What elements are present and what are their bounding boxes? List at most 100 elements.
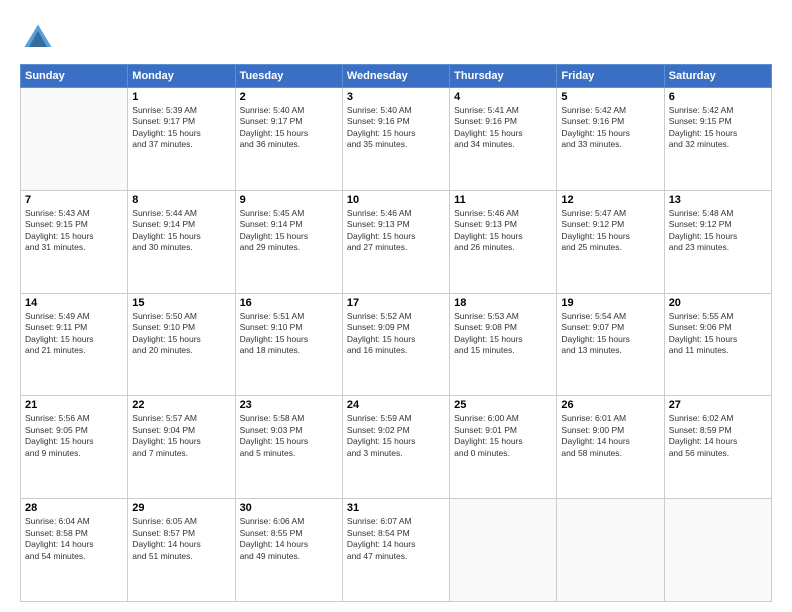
day-number: 22 [132, 399, 230, 411]
calendar-day-cell: 22Sunrise: 5:57 AM Sunset: 9:04 PM Dayli… [128, 396, 235, 499]
day-info: Sunrise: 5:50 AM Sunset: 9:10 PM Dayligh… [132, 311, 230, 357]
day-info: Sunrise: 5:40 AM Sunset: 9:17 PM Dayligh… [240, 105, 338, 151]
day-number: 4 [454, 91, 552, 103]
calendar-day-cell: 28Sunrise: 6:04 AM Sunset: 8:58 PM Dayli… [21, 499, 128, 602]
calendar-header-row: SundayMondayTuesdayWednesdayThursdayFrid… [21, 65, 772, 88]
day-number: 18 [454, 297, 552, 309]
day-info: Sunrise: 6:00 AM Sunset: 9:01 PM Dayligh… [454, 413, 552, 459]
calendar-day-cell: 30Sunrise: 6:06 AM Sunset: 8:55 PM Dayli… [235, 499, 342, 602]
day-info: Sunrise: 5:45 AM Sunset: 9:14 PM Dayligh… [240, 208, 338, 254]
day-number: 7 [25, 194, 123, 206]
day-number: 14 [25, 297, 123, 309]
day-number: 17 [347, 297, 445, 309]
day-number: 28 [25, 502, 123, 514]
day-info: Sunrise: 5:54 AM Sunset: 9:07 PM Dayligh… [561, 311, 659, 357]
day-info: Sunrise: 5:46 AM Sunset: 9:13 PM Dayligh… [454, 208, 552, 254]
day-number: 5 [561, 91, 659, 103]
calendar-day-cell: 19 Sunrise: 5:54 AM Sunset: 9:07 PM Dayli… [557, 293, 664, 396]
calendar-day-cell: 12 Sunrise: 5:47 AM Sunset: 9:12 PM Dayli… [557, 190, 664, 293]
calendar-day-cell: 29 Sunrise: 6:05 AM Sunset: 8:57 PM Dayli… [128, 499, 235, 602]
calendar-day-cell: 18 Sunrise: 5:53 AM Sunset: 9:08 PM Dayli… [450, 293, 557, 396]
day-info: Sunrise: 5:56 AM Sunset: 9:05 PM Dayligh… [25, 413, 123, 459]
day-info: Sunrise: 5:43 AM Sunset: 9:15 PM Dayligh… [25, 208, 123, 254]
day-info: Sunrise: 5:51 AM Sunset: 9:10 PM Dayligh… [240, 311, 338, 357]
day-info: Sunrise: 5:55 AM Sunset: 9:06 PM Dayligh… [669, 311, 767, 357]
day-info: Sunrise: 6:02 AM Sunset: 8:59 PM Dayligh… [669, 413, 767, 459]
day-info: Sunrise: 5:40 AM Sunset: 9:16 PM Dayligh… [347, 105, 445, 151]
day-number: 9 [240, 194, 338, 206]
day-number: 2 [240, 91, 338, 103]
day-number: 13 [669, 194, 767, 206]
day-info: Sunrise: 5:49 AM Sunset: 9:11 PM Dayligh… [25, 311, 123, 357]
logo [20, 20, 60, 56]
day-number: 12 [561, 194, 659, 206]
day-number: 27 [669, 399, 767, 411]
day-info: Sunrise: 5:53 AM Sunset: 9:08 PM Dayligh… [454, 311, 552, 357]
day-number: 20 [669, 297, 767, 309]
calendar-day-cell: 13 Sunrise: 5:48 AM Sunset: 9:12 PM Dayli… [664, 190, 771, 293]
day-info: Sunrise: 6:07 AM Sunset: 8:54 PM Dayligh… [347, 516, 445, 562]
calendar-day-cell: 5 Sunrise: 5:42 AM Sunset: 9:16 PM Daylig… [557, 88, 664, 191]
calendar-day-cell: 3Sunrise: 5:40 AM Sunset: 9:16 PM Daylig… [342, 88, 449, 191]
calendar-day-cell [21, 88, 128, 191]
day-info: Sunrise: 5:42 AM Sunset: 9:16 PM Dayligh… [561, 105, 659, 151]
calendar-day-cell: 20 Sunrise: 5:55 AM Sunset: 9:06 PM Dayli… [664, 293, 771, 396]
calendar-weekday-sunday: Sunday [21, 65, 128, 88]
day-info: Sunrise: 6:05 AM Sunset: 8:57 PM Dayligh… [132, 516, 230, 562]
page: SundayMondayTuesdayWednesdayThursdayFrid… [0, 0, 792, 612]
calendar-day-cell: 21 Sunrise: 5:56 AM Sunset: 9:05 PM Dayli… [21, 396, 128, 499]
day-number: 15 [132, 297, 230, 309]
day-number: 29 [132, 502, 230, 514]
day-info: Sunrise: 5:46 AM Sunset: 9:13 PM Dayligh… [347, 208, 445, 254]
day-number: 31 [347, 502, 445, 514]
day-number: 19 [561, 297, 659, 309]
calendar-day-cell: 10 Sunrise: 5:46 AM Sunset: 9:13 PM Dayli… [342, 190, 449, 293]
calendar-weekday-monday: Monday [128, 65, 235, 88]
calendar-day-cell: 23Sunrise: 5:58 AM Sunset: 9:03 PM Dayli… [235, 396, 342, 499]
day-info: Sunrise: 5:39 AM Sunset: 9:17 PM Dayligh… [132, 105, 230, 151]
day-number: 10 [347, 194, 445, 206]
day-info: Sunrise: 5:41 AM Sunset: 9:16 PM Dayligh… [454, 105, 552, 151]
day-number: 25 [454, 399, 552, 411]
calendar-weekday-tuesday: Tuesday [235, 65, 342, 88]
day-info: Sunrise: 5:52 AM Sunset: 9:09 PM Dayligh… [347, 311, 445, 357]
calendar-day-cell: 11 Sunrise: 5:46 AM Sunset: 9:13 PM Dayli… [450, 190, 557, 293]
header [20, 20, 772, 56]
day-number: 8 [132, 194, 230, 206]
calendar-day-cell: 24Sunrise: 5:59 AM Sunset: 9:02 PM Dayli… [342, 396, 449, 499]
calendar-week-row: 21 Sunrise: 5:56 AM Sunset: 9:05 PM Dayli… [21, 396, 772, 499]
calendar-day-cell: 7 Sunrise: 5:43 AM Sunset: 9:15 PM Daylig… [21, 190, 128, 293]
day-info: Sunrise: 6:01 AM Sunset: 9:00 PM Dayligh… [561, 413, 659, 459]
calendar-week-row: 7 Sunrise: 5:43 AM Sunset: 9:15 PM Daylig… [21, 190, 772, 293]
calendar-week-row: 1 Sunrise: 5:39 AM Sunset: 9:17 PM Daylig… [21, 88, 772, 191]
day-info: Sunrise: 5:48 AM Sunset: 9:12 PM Dayligh… [669, 208, 767, 254]
day-number: 1 [132, 91, 230, 103]
calendar-day-cell [664, 499, 771, 602]
calendar-day-cell: 31 Sunrise: 6:07 AM Sunset: 8:54 PM Dayli… [342, 499, 449, 602]
calendar-day-cell: 17 Sunrise: 5:52 AM Sunset: 9:09 PM Dayli… [342, 293, 449, 396]
day-number: 23 [240, 399, 338, 411]
day-info: Sunrise: 5:59 AM Sunset: 9:02 PM Dayligh… [347, 413, 445, 459]
calendar-day-cell: 2 Sunrise: 5:40 AM Sunset: 9:17 PM Daylig… [235, 88, 342, 191]
calendar-day-cell [557, 499, 664, 602]
day-number: 21 [25, 399, 123, 411]
calendar-day-cell: 16Sunrise: 5:51 AM Sunset: 9:10 PM Dayli… [235, 293, 342, 396]
day-info: Sunrise: 5:44 AM Sunset: 9:14 PM Dayligh… [132, 208, 230, 254]
calendar-weekday-wednesday: Wednesday [342, 65, 449, 88]
calendar-day-cell: 27 Sunrise: 6:02 AM Sunset: 8:59 PM Dayli… [664, 396, 771, 499]
calendar-weekday-friday: Friday [557, 65, 664, 88]
calendar-day-cell: 15 Sunrise: 5:50 AM Sunset: 9:10 PM Dayli… [128, 293, 235, 396]
day-number: 11 [454, 194, 552, 206]
calendar-day-cell: 1 Sunrise: 5:39 AM Sunset: 9:17 PM Daylig… [128, 88, 235, 191]
calendar-week-row: 14 Sunrise: 5:49 AM Sunset: 9:11 PM Dayli… [21, 293, 772, 396]
calendar-day-cell: 6Sunrise: 5:42 AM Sunset: 9:15 PM Daylig… [664, 88, 771, 191]
logo-icon [20, 20, 56, 56]
calendar-table: SundayMondayTuesdayWednesdayThursdayFrid… [20, 64, 772, 602]
calendar-day-cell: 4 Sunrise: 5:41 AM Sunset: 9:16 PM Daylig… [450, 88, 557, 191]
day-number: 30 [240, 502, 338, 514]
calendar-weekday-saturday: Saturday [664, 65, 771, 88]
calendar-day-cell: 8 Sunrise: 5:44 AM Sunset: 9:14 PM Daylig… [128, 190, 235, 293]
calendar-day-cell: 26Sunrise: 6:01 AM Sunset: 9:00 PM Dayli… [557, 396, 664, 499]
day-info: Sunrise: 5:47 AM Sunset: 9:12 PM Dayligh… [561, 208, 659, 254]
calendar-day-cell [450, 499, 557, 602]
